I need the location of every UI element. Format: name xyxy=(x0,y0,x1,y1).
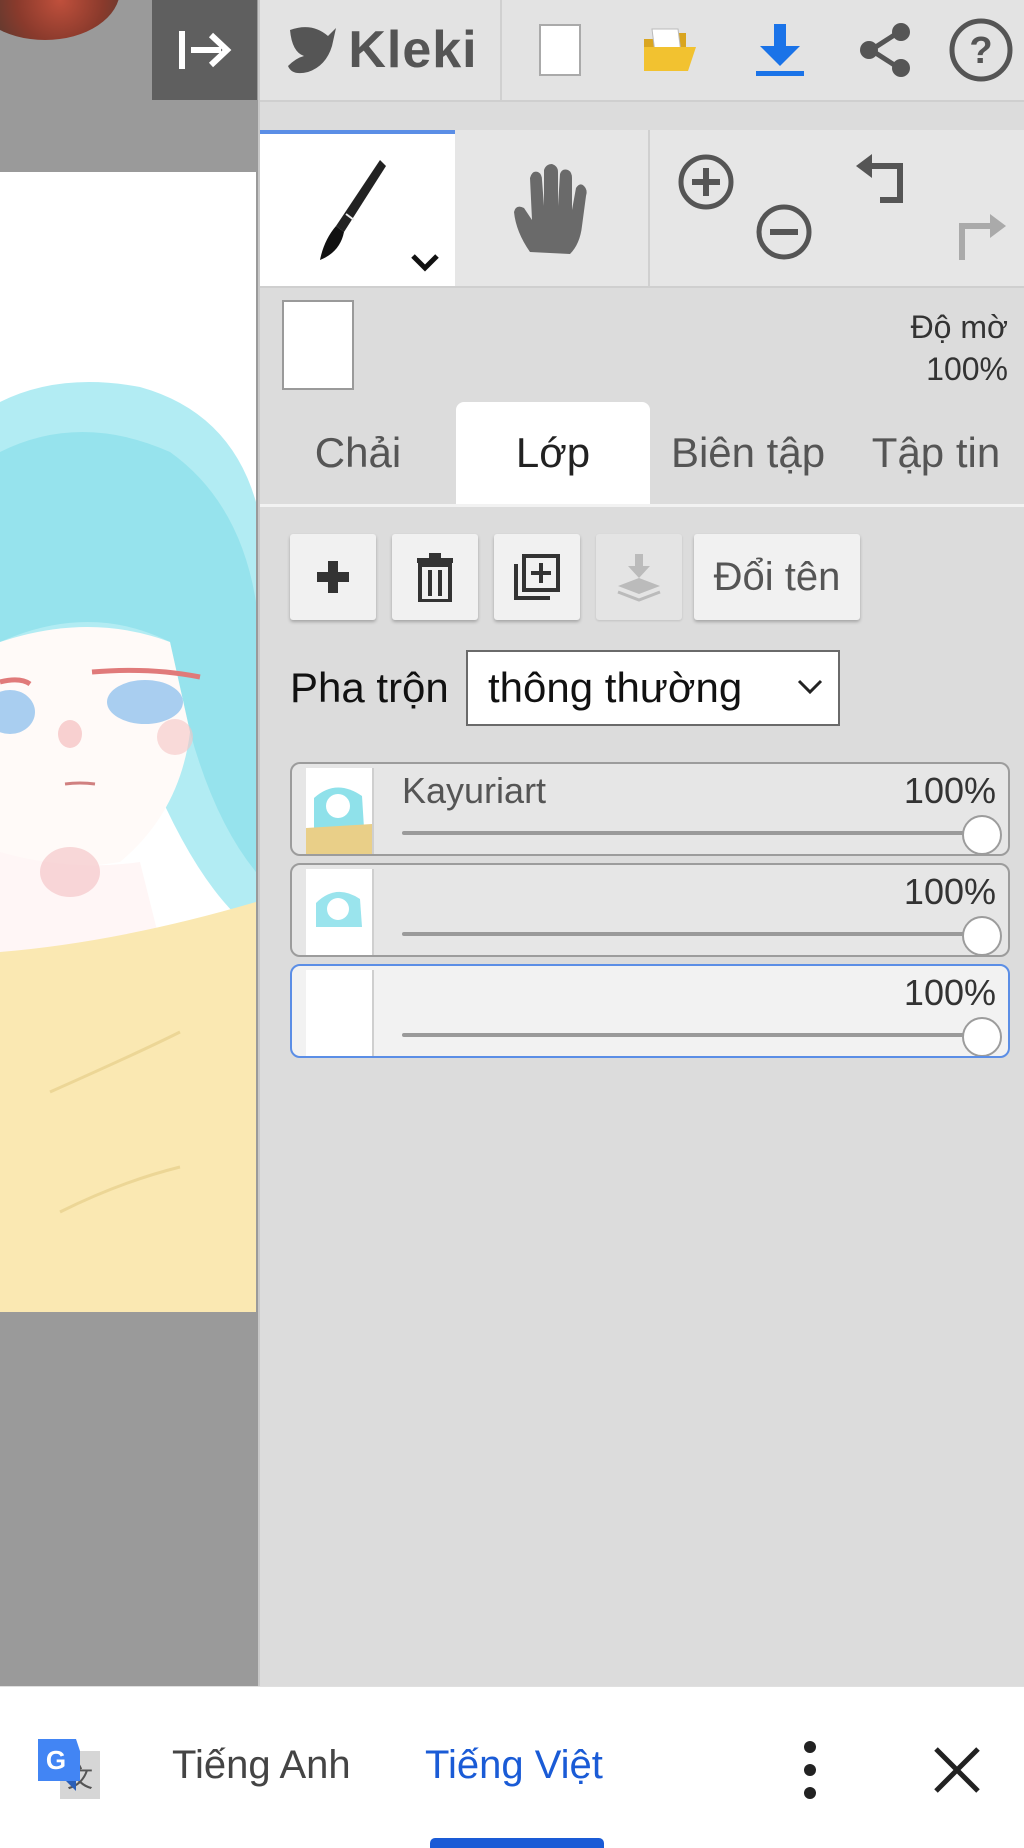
open-file-button[interactable] xyxy=(615,0,725,100)
duplicate-icon xyxy=(514,554,560,600)
top-toolbar: Kleki ? xyxy=(260,0,1024,102)
layer-actions: Đổi tên xyxy=(260,534,1024,624)
download-icon xyxy=(756,24,804,76)
chevron-down-icon[interactable] xyxy=(410,252,440,272)
panel-tabs: Chải Lớp Biên tập Tập tin xyxy=(260,402,1024,507)
layer-thumbnail xyxy=(306,970,374,1056)
add-layer-button[interactable] xyxy=(290,534,376,620)
new-image-icon xyxy=(539,24,581,76)
side-panel: Kleki ? Độ mờ 100% Chải Lớp Biên tập Tập… xyxy=(258,0,1024,1686)
hand-icon xyxy=(514,164,587,254)
canvas-area[interactable] xyxy=(0,0,258,1686)
collapse-arrow-icon xyxy=(179,31,232,69)
help-button[interactable]: ? xyxy=(935,0,1024,100)
layer-opacity-label: 100% xyxy=(903,972,996,1013)
target-language-tab[interactable]: Tiếng Việt xyxy=(425,1743,603,1788)
history-controls xyxy=(832,130,1024,286)
duplicate-layer-button[interactable] xyxy=(494,534,580,620)
layer-thumbnail xyxy=(306,768,374,854)
layer-opacity-track[interactable] xyxy=(402,1033,982,1037)
layer-thumbnail xyxy=(306,869,374,955)
blend-mode-label: Pha trộn xyxy=(290,664,449,711)
translate-bar: 文 G Tiếng Anh Tiếng Việt xyxy=(0,1686,1024,1848)
svg-text:?: ? xyxy=(969,30,992,72)
opacity-label: Độ mờ xyxy=(910,309,1008,345)
layer-opacity-label: 100% xyxy=(903,871,996,912)
plus-icon xyxy=(317,561,349,593)
artwork-illustration xyxy=(0,382,256,1312)
layer-opacity-track[interactable] xyxy=(402,932,982,936)
undo-icon[interactable] xyxy=(854,152,910,208)
tab-brush[interactable]: Chải xyxy=(260,402,456,504)
open-folder-icon xyxy=(644,28,696,71)
zoom-out-icon[interactable] xyxy=(754,202,814,262)
current-color-preview[interactable] xyxy=(282,300,354,390)
drawing-canvas[interactable] xyxy=(0,172,256,1312)
tab-edit[interactable]: Biên tập xyxy=(650,402,846,504)
brush-icon xyxy=(320,160,386,260)
opacity-row: Độ mờ 100% xyxy=(260,288,1024,398)
download-button[interactable] xyxy=(725,0,835,100)
blend-mode-value: thông thường xyxy=(488,664,743,711)
kleki-logo[interactable]: Kleki xyxy=(260,0,502,100)
merge-down-icon xyxy=(617,554,661,602)
opacity-indicator[interactable]: Độ mờ 100% xyxy=(911,306,1008,390)
tool-row xyxy=(260,130,1024,288)
hand-tool-button[interactable] xyxy=(455,130,650,286)
tab-file[interactable]: Tập tin xyxy=(846,402,1024,504)
share-icon xyxy=(860,23,910,77)
collapse-panel-button[interactable] xyxy=(152,0,257,100)
layer-item-selected[interactable]: 100% xyxy=(290,964,1010,1058)
logo-text: Kleki xyxy=(348,21,478,79)
source-language-tab[interactable]: Tiếng Anh xyxy=(172,1743,351,1788)
kleki-logo-icon xyxy=(288,27,337,74)
new-image-button[interactable] xyxy=(510,0,610,100)
delete-layer-button[interactable] xyxy=(392,534,478,620)
layer-item[interactable]: 100% xyxy=(290,863,1010,957)
blend-mode-row: Pha trộn thông thường xyxy=(260,650,1024,730)
rename-layer-button[interactable]: Đổi tên xyxy=(694,534,860,620)
chevron-down-icon xyxy=(797,679,823,695)
opacity-value: 100% xyxy=(926,351,1008,387)
blend-mode-select[interactable]: thông thường xyxy=(466,650,840,726)
layer-opacity-slider[interactable] xyxy=(962,916,1002,955)
layer-name: Kayuriart xyxy=(402,770,547,811)
help-icon: ? xyxy=(949,18,1012,82)
redo-icon[interactable] xyxy=(952,206,1008,262)
brush-tool-button[interactable] xyxy=(260,130,455,286)
layer-opacity-label: 100% xyxy=(903,770,996,811)
zoom-in-icon[interactable] xyxy=(676,152,736,212)
layer-opacity-slider[interactable] xyxy=(962,815,1002,854)
trash-icon xyxy=(417,553,453,602)
zoom-controls xyxy=(652,130,832,286)
close-icon[interactable] xyxy=(930,1743,984,1797)
svg-text:G: G xyxy=(46,1745,66,1775)
avatar xyxy=(0,0,120,40)
layer-item[interactable]: Kayuriart 100% xyxy=(290,762,1010,856)
google-translate-icon[interactable]: 文 G xyxy=(36,1737,102,1803)
merge-down-button[interactable] xyxy=(596,534,682,620)
layer-opacity-track[interactable] xyxy=(402,831,982,835)
layer-opacity-slider[interactable] xyxy=(962,1017,1002,1056)
tab-layers[interactable]: Lớp xyxy=(456,402,650,504)
share-button[interactable] xyxy=(835,0,935,100)
more-options-icon[interactable] xyxy=(790,1737,830,1803)
